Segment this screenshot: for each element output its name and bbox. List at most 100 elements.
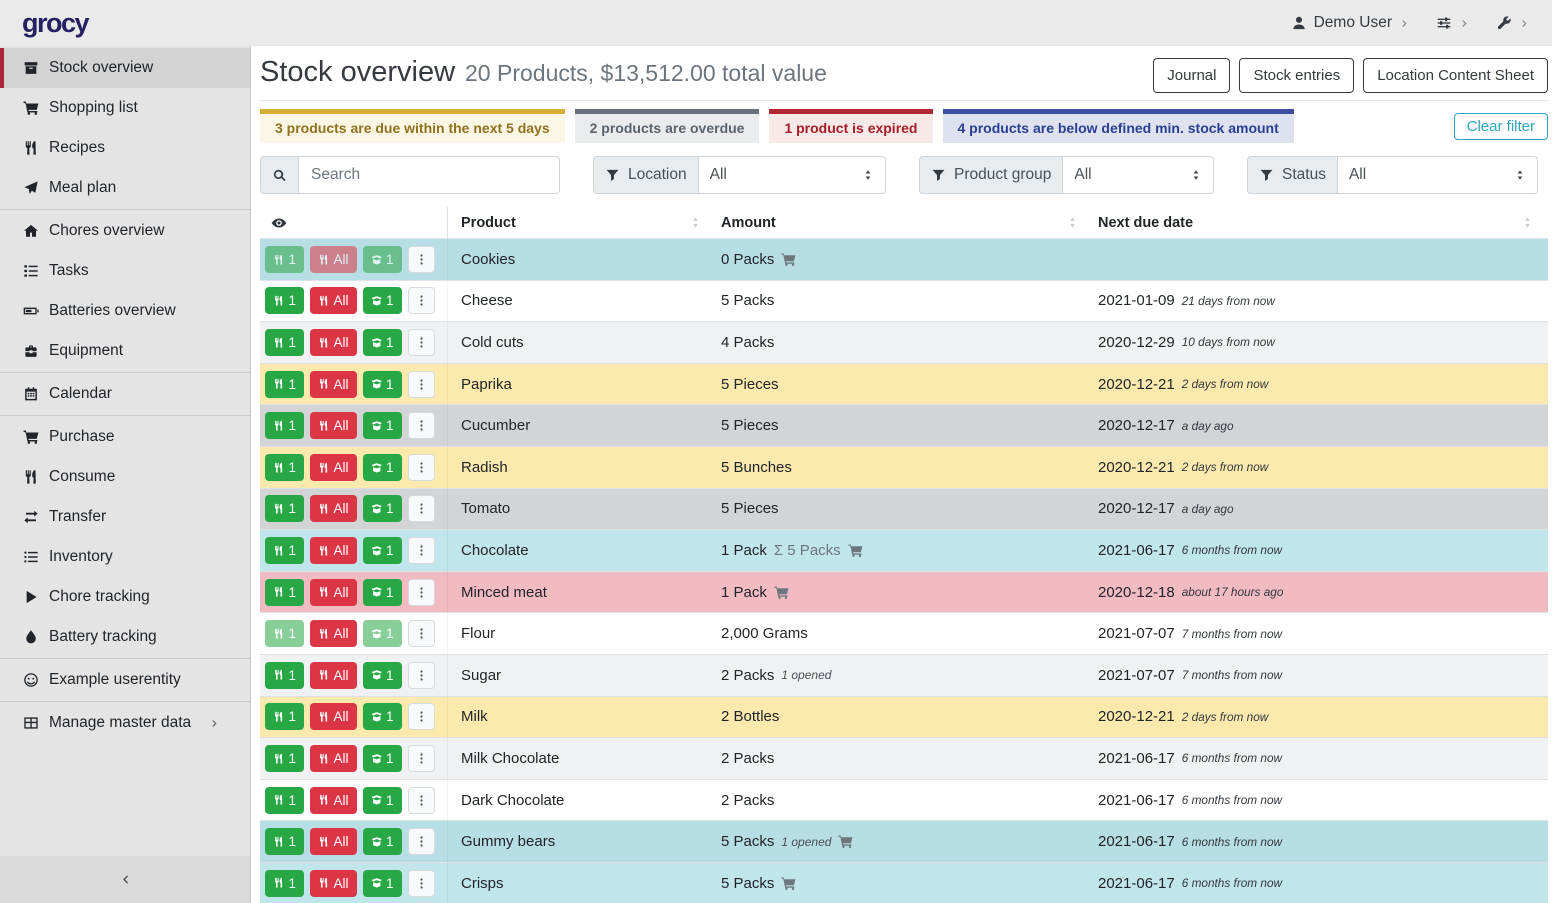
consume-all-button[interactable]: All [310, 745, 357, 772]
sidebar-item-equipment[interactable]: Equipment [0, 331, 250, 371]
tools-menu[interactable] [1496, 15, 1530, 31]
sidebar-item-meal-plan[interactable]: Meal plan [0, 168, 250, 208]
row-menu-button[interactable] [408, 287, 435, 314]
open-one-button[interactable]: 1 [363, 870, 402, 897]
sidebar-item-stock-overview[interactable]: Stock overview [0, 48, 250, 88]
status-filter-card[interactable]: 4 products are below defined min. stock … [943, 109, 1294, 143]
row-menu-button[interactable] [408, 620, 435, 647]
consume-one-button[interactable]: 1 [265, 495, 304, 522]
open-one-button[interactable]: 1 [363, 745, 402, 772]
open-one-button[interactable]: 1 [363, 371, 402, 398]
consume-all-button[interactable]: All [310, 371, 357, 398]
consume-all-button[interactable]: All [310, 454, 357, 481]
consume-all-button[interactable]: All [310, 537, 357, 564]
consume-all-button[interactable]: All [310, 662, 357, 689]
consume-all-button[interactable]: All [310, 828, 357, 855]
sort-icon[interactable] [1521, 216, 1534, 229]
row-menu-button[interactable] [408, 412, 435, 439]
consume-one-button[interactable]: 1 [265, 287, 304, 314]
sidebar-item-recipes[interactable]: Recipes [0, 128, 250, 168]
consume-all-button[interactable]: All [310, 579, 357, 606]
open-one-button[interactable]: 1 [363, 828, 402, 855]
consume-one-button[interactable]: 1 [265, 787, 304, 814]
consume-one-button[interactable]: 1 [265, 329, 304, 356]
location-select[interactable]: All [699, 156, 886, 194]
open-one-button[interactable]: 1 [363, 454, 402, 481]
consume-one-button[interactable]: 1 [265, 412, 304, 439]
sidebar-item-batteries-overview[interactable]: Batteries overview [0, 291, 250, 331]
sidebar-item-tasks[interactable]: Tasks [0, 251, 250, 291]
row-menu-button[interactable] [408, 454, 435, 481]
user-menu[interactable]: Demo User [1291, 14, 1410, 32]
sidebar-item-chore-tracking[interactable]: Chore tracking [0, 577, 250, 617]
open-one-button[interactable]: 1 [363, 662, 402, 689]
row-menu-button[interactable] [408, 745, 435, 772]
sidebar-item-chores-overview[interactable]: Chores overview [0, 211, 250, 251]
row-menu-button[interactable] [408, 662, 435, 689]
row-menu-button[interactable] [408, 703, 435, 730]
button-label: 1 [386, 668, 394, 683]
consume-all-button[interactable]: All [310, 495, 357, 522]
sidebar-item-calendar[interactable]: Calendar [0, 374, 250, 414]
journal-button[interactable]: Journal [1153, 58, 1230, 93]
open-one-button[interactable]: 1 [363, 329, 402, 356]
open-one-button[interactable]: 1 [363, 537, 402, 564]
consume-one-button[interactable]: 1 [265, 371, 304, 398]
sidebar-item-transfer[interactable]: Transfer [0, 497, 250, 537]
due-date: 2021-07-07 [1098, 625, 1175, 642]
sidebar-item-shopping-list[interactable]: Shopping list [0, 88, 250, 128]
consume-one-button[interactable]: 1 [265, 662, 304, 689]
consume-one-button[interactable]: 1 [265, 870, 304, 897]
row-menu-button[interactable] [408, 787, 435, 814]
consume-one-button[interactable]: 1 [265, 703, 304, 730]
row-menu-button[interactable] [408, 537, 435, 564]
settings-menu[interactable] [1436, 15, 1470, 31]
open-one-button[interactable]: 1 [363, 495, 402, 522]
consume-all-button[interactable]: All [310, 287, 357, 314]
consume-all-button[interactable]: All [310, 870, 357, 897]
consume-all-button[interactable]: All [310, 620, 357, 647]
consume-all-button[interactable]: All [310, 787, 357, 814]
consume-one-button[interactable]: 1 [265, 828, 304, 855]
row-menu-button[interactable] [408, 495, 435, 522]
consume-one-button[interactable]: 1 [265, 579, 304, 606]
row-menu-button[interactable] [408, 371, 435, 398]
row-menu-button[interactable] [408, 579, 435, 606]
open-one-button[interactable]: 1 [363, 579, 402, 606]
sidebar-item-example-userentity[interactable]: Example userentity [0, 660, 250, 700]
product-group-select[interactable]: All [1063, 156, 1214, 194]
sidebar-item-manage-master-data[interactable]: Manage master data [0, 703, 250, 743]
open-one-button[interactable]: 1 [363, 412, 402, 439]
status-filter-card[interactable]: 2 products are overdue [575, 109, 760, 143]
sort-icon[interactable] [1066, 216, 1079, 229]
consume-all-button[interactable]: All [310, 329, 357, 356]
consume-one-button[interactable]: 1 [265, 537, 304, 564]
app-logo[interactable]: grocy [22, 8, 88, 39]
sidebar-item-inventory[interactable]: Inventory [0, 537, 250, 577]
consume-all-button[interactable]: All [310, 703, 357, 730]
consume-all-button[interactable]: All [310, 412, 357, 439]
consume-one-button[interactable]: 1 [265, 454, 304, 481]
row-menu-button[interactable] [408, 246, 435, 273]
status-filter-card[interactable]: 1 product is expired [769, 109, 932, 143]
sidebar-collapse-button[interactable] [0, 856, 250, 903]
row-menu-button[interactable] [408, 329, 435, 356]
shopping-cart-icon [21, 100, 40, 116]
location-content-sheet-button[interactable]: Location Content Sheet [1363, 58, 1548, 93]
stock-entries-button[interactable]: Stock entries [1239, 58, 1354, 93]
status-filter-card[interactable]: 3 products are due within the next 5 day… [260, 109, 565, 143]
sort-icon[interactable] [689, 216, 702, 229]
open-one-button[interactable]: 1 [363, 703, 402, 730]
consume-one-button[interactable]: 1 [265, 745, 304, 772]
row-menu-button[interactable] [408, 870, 435, 897]
select-value: All [710, 166, 727, 184]
sidebar-item-purchase[interactable]: Purchase [0, 417, 250, 457]
status-select[interactable]: All [1338, 156, 1538, 194]
open-one-button[interactable]: 1 [363, 287, 402, 314]
sidebar-item-consume[interactable]: Consume [0, 457, 250, 497]
sidebar-item-battery-tracking[interactable]: Battery tracking [0, 617, 250, 657]
search-input[interactable] [299, 156, 560, 194]
row-menu-button[interactable] [408, 828, 435, 855]
clear-filter-button[interactable]: Clear filter [1454, 113, 1548, 140]
open-one-button[interactable]: 1 [363, 787, 402, 814]
